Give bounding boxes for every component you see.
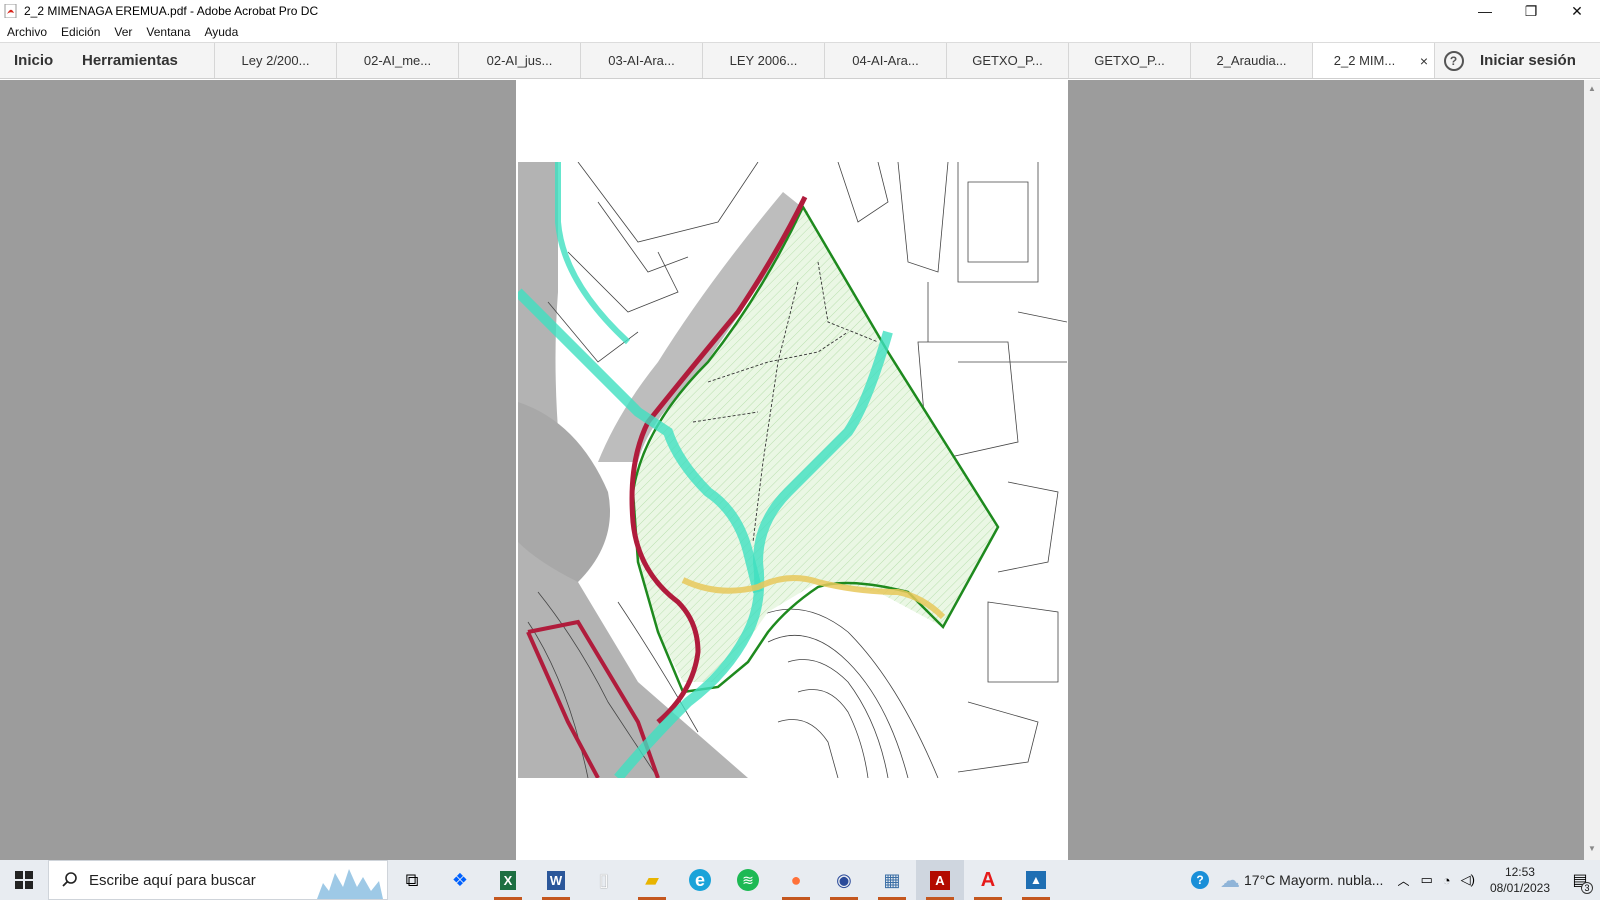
word-icon[interactable]: W bbox=[532, 860, 580, 900]
menu-edicion[interactable]: Edición bbox=[61, 25, 100, 39]
clock[interactable]: 12:53 08/01/2023 bbox=[1490, 864, 1550, 896]
windows-logo-icon bbox=[15, 871, 33, 889]
site-plan-map bbox=[518, 162, 1067, 778]
close-window-button[interactable]: ✕ bbox=[1554, 0, 1600, 22]
document-tab[interactable]: GETXO_P... bbox=[946, 43, 1068, 78]
active-document-tab[interactable]: 2_2 MIM... × bbox=[1312, 43, 1434, 78]
document-tab[interactable]: 02-AI_me... bbox=[336, 43, 458, 78]
document-tab[interactable]: Ley 2/200... bbox=[214, 43, 336, 78]
notepad-icon[interactable]: ▯ bbox=[580, 860, 628, 900]
weather-cloud-icon: ☁ bbox=[1220, 869, 1240, 892]
active-tab-label: 2_2 MIM... bbox=[1333, 53, 1396, 68]
document-tab[interactable]: 02-AI_jus... bbox=[458, 43, 580, 78]
notification-count: 3 bbox=[1581, 882, 1593, 894]
menu-ayuda[interactable]: Ayuda bbox=[204, 25, 238, 39]
firefox-icon[interactable]: ● bbox=[772, 860, 820, 900]
document-tab[interactable]: GETXO_P... bbox=[1068, 43, 1190, 78]
pdf-page bbox=[516, 80, 1068, 860]
taskbar: Escribe aquí para buscar ⧉ ❖ X W ▯ ▰ e ≋… bbox=[0, 860, 1600, 900]
title-bar: 2_2 MIMENAGA EREMUA.pdf - Adobe Acrobat … bbox=[0, 0, 1600, 22]
menu-archivo[interactable]: Archivo bbox=[7, 25, 47, 39]
weather-text[interactable]: 17°C Mayorm. nubla... bbox=[1244, 872, 1383, 888]
volume-icon[interactable]: ◁) bbox=[1461, 872, 1475, 888]
system-tray: ? ☁ 17°C Mayorm. nubla... ︿ ▭ ◔ ◁) 12:53… bbox=[1180, 860, 1600, 900]
taskbar-search-box[interactable]: Escribe aquí para buscar bbox=[48, 860, 388, 900]
restore-button[interactable]: ❐ bbox=[1508, 0, 1554, 22]
file-explorer-icon[interactable]: ▰ bbox=[628, 860, 676, 900]
document-tab[interactable]: 03-AI-Ara... bbox=[580, 43, 702, 78]
task-view-icon[interactable]: ⧉ bbox=[388, 860, 436, 900]
vertical-scrollbar[interactable]: ▲ ▼ bbox=[1584, 80, 1600, 860]
dropbox-icon[interactable]: ❖ bbox=[436, 860, 484, 900]
search-icon bbox=[62, 872, 77, 887]
edge-icon[interactable]: e bbox=[676, 860, 724, 900]
home-tab[interactable]: Inicio bbox=[0, 43, 82, 78]
clock-time: 12:53 bbox=[1504, 865, 1535, 879]
document-viewer[interactable] bbox=[0, 80, 1584, 860]
sign-in-button[interactable]: Iniciar sesión bbox=[1472, 43, 1576, 78]
help-icon: ? bbox=[1443, 50, 1464, 71]
photos-icon[interactable]: ▲ bbox=[1012, 860, 1060, 900]
tools-tab[interactable]: Herramientas bbox=[82, 43, 214, 78]
help-button[interactable]: ? bbox=[1434, 43, 1472, 78]
acrobat-app-icon bbox=[4, 3, 18, 19]
globe-app-icon[interactable]: ◉ bbox=[820, 860, 868, 900]
network-icon[interactable]: ◔ bbox=[1443, 873, 1451, 888]
clock-date: 08/01/2023 bbox=[1489, 881, 1550, 895]
window-title: 2_2 MIMENAGA EREMUA.pdf - Adobe Acrobat … bbox=[24, 4, 319, 18]
help-tray-icon[interactable]: ? bbox=[1180, 860, 1220, 900]
spotify-icon[interactable]: ≋ bbox=[724, 860, 772, 900]
calculator-icon[interactable]: ▦ bbox=[868, 860, 916, 900]
document-tab[interactable]: LEY 2006... bbox=[702, 43, 824, 78]
menu-ventana[interactable]: Ventana bbox=[146, 25, 190, 39]
battery-icon[interactable]: ▭ bbox=[1420, 872, 1432, 888]
document-tab[interactable]: 04-AI-Ara... bbox=[824, 43, 946, 78]
scroll-down-icon[interactable]: ▼ bbox=[1588, 844, 1596, 853]
menu-ver[interactable]: Ver bbox=[114, 25, 132, 39]
search-highlight-illustration bbox=[317, 869, 383, 899]
acrobat-icon[interactable]: A bbox=[916, 860, 964, 900]
document-tab[interactable]: 2_Araudia... bbox=[1190, 43, 1312, 78]
scroll-up-icon[interactable]: ▲ bbox=[1588, 84, 1596, 93]
tab-bar: Inicio Herramientas Ley 2/200... 02-AI_m… bbox=[0, 42, 1600, 79]
notifications-icon[interactable]: ▤ 3 bbox=[1560, 860, 1600, 900]
excel-icon[interactable]: X bbox=[484, 860, 532, 900]
tray-chevron-icon[interactable]: ︿ bbox=[1397, 872, 1409, 889]
start-button[interactable] bbox=[0, 860, 48, 900]
close-tab-icon[interactable]: × bbox=[1420, 53, 1428, 69]
minimize-button[interactable]: — bbox=[1462, 0, 1508, 22]
search-placeholder: Escribe aquí para buscar bbox=[89, 871, 256, 889]
menu-bar: Archivo Edición Ver Ventana Ayuda bbox=[0, 22, 1600, 42]
autocad-icon[interactable]: A bbox=[964, 860, 1012, 900]
